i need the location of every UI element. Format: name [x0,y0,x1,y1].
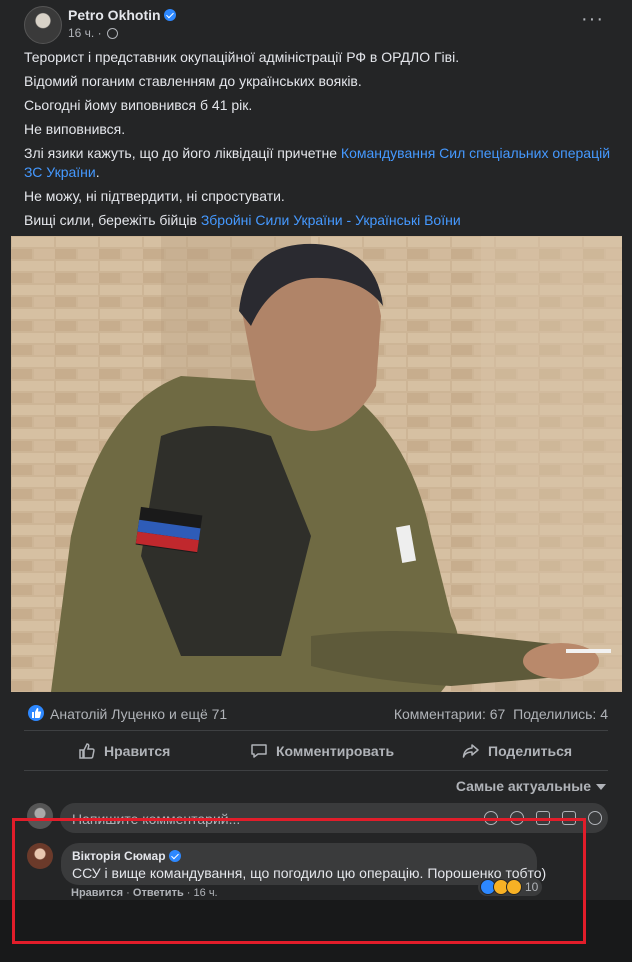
camera-icon[interactable] [536,811,550,825]
post-header: Petro Okhotin 16 ч. · ··· [24,4,614,44]
post-stats: Анатолій Луценко и ещё 71 Комментарии: 6… [24,704,608,726]
comment-author-name[interactable]: Вікторія Сюмар [72,849,166,863]
caret-down-icon [596,784,606,791]
paragraph-text: Вищі сили, бережіть бійців [24,212,201,228]
more-options-icon[interactable]: ··· [581,9,604,29]
post-meta: 16 ч. · [68,26,118,40]
separator: · [186,887,191,899]
comment-bubble: Вікторія Сюмар ССУ і вище командування, … [61,843,546,885]
comment-reactions[interactable]: 10 [478,878,543,896]
sort-label: Самые актуальные [455,778,591,794]
counts: Комментарии: 67 Поделились: 4 [394,706,608,722]
comment-label: Комментировать [276,743,395,759]
post-paragraph: Терорист і представник окупаційної адмін… [24,49,460,65]
separator: · [126,887,130,899]
comment-button[interactable]: Комментировать [250,736,394,766]
comment-icon [251,744,267,758]
post-paragraph: Не виповнився. [24,121,126,137]
post-paragraph: Вищі сили, бережіть бійців Збройні Сили … [24,211,614,230]
paragraph-end: . [95,164,100,180]
like-button[interactable]: Нравится [78,736,170,766]
divider [24,770,608,771]
like-reaction-icon [28,705,44,721]
commenter-avatar[interactable] [27,843,53,869]
comment-time[interactable]: 16 ч. [194,887,218,899]
reactors-link[interactable]: Анатолій Луценко и ещё 71 [50,706,227,722]
author-avatar[interactable] [24,6,62,44]
comment-composer[interactable] [60,803,608,835]
share-icon [462,744,479,758]
comment-like-link[interactable]: Нравится [71,887,123,899]
sticker-icon[interactable] [588,811,602,825]
current-user-avatar[interactable] [27,803,53,829]
comment-input[interactable] [70,803,474,835]
wow-reaction-icon [506,879,522,895]
comment-reply-link[interactable]: Ответить [133,887,184,899]
post-paragraph: Не можу, ні підтвердити, ні спростувати. [24,188,285,204]
post-paragraph: Злі язики кажуть, що до його ліквідації … [24,144,614,182]
author-name[interactable]: Petro Okhotin [68,7,176,23]
comment-author[interactable]: Вікторія Сюмар [72,849,181,863]
page-link-zsu[interactable]: Збройні Сили України - Українські Воїни [201,212,461,228]
like-label: Нравится [104,743,171,759]
globe-icon [106,28,118,40]
gif-icon[interactable] [562,811,576,825]
reaction-count: 10 [525,880,539,894]
verified-badge-icon [163,9,176,22]
post-text: Терорист і представник окупаційної адмін… [24,48,614,235]
post-card: Petro Okhotin 16 ч. · ··· Терорист і пре… [0,0,632,900]
share-button[interactable]: Поделиться [462,736,572,766]
post-photo[interactable] [11,236,622,692]
avatar-sticker-icon[interactable] [484,811,498,825]
paragraph-text: Злі язики кажуть, що до його ліквідації … [24,145,341,161]
divider [24,730,608,731]
shares-count[interactable]: Поделились: 4 [513,706,608,722]
author-name-text[interactable]: Petro Okhotin [68,7,161,23]
comment-sort-dropdown[interactable]: Самые актуальные [456,778,606,794]
photo-illustration [11,236,622,692]
share-label: Поделиться [488,743,573,759]
emoji-icon[interactable] [510,811,524,825]
thumbs-up-icon [79,743,95,759]
comments-count[interactable]: Комментарии: 67 [394,706,506,722]
post-paragraph: Сьогодні йому виповнився б 41 рік. [24,97,253,113]
comment-actions: Нравится · Ответить · 16 ч. [71,887,218,899]
verified-badge-icon [168,849,181,862]
post-paragraph: Відомий поганим ставленням до українськи… [24,73,362,89]
post-time[interactable]: 16 ч. [68,26,94,40]
post-actions: Нравится Комментировать Поделиться [24,736,608,766]
comment-text: ССУ і вище командування, що погодило цю … [72,865,547,881]
